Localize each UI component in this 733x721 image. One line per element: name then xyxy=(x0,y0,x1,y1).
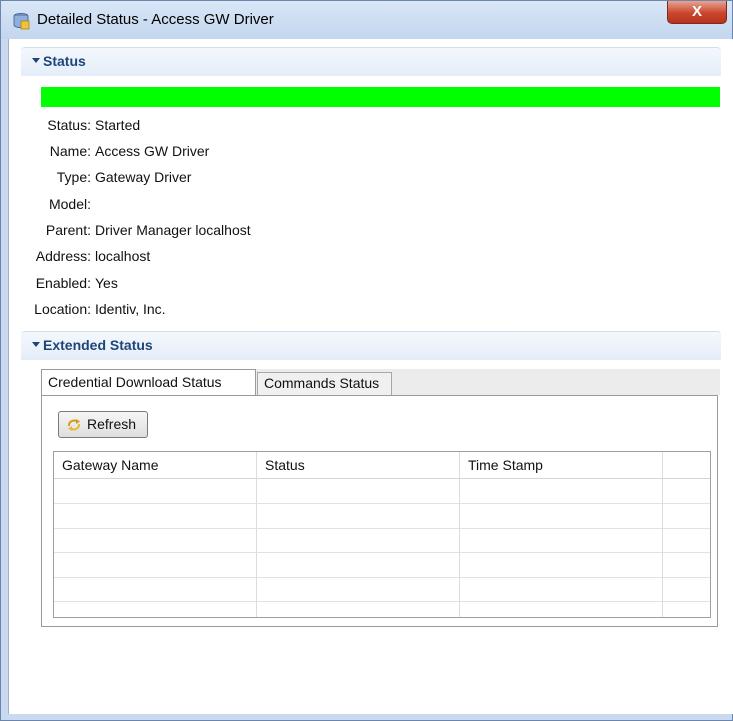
property-row-name: Name: Access GW Driver xyxy=(9,143,509,165)
status-section-header[interactable]: Status xyxy=(21,47,721,76)
title-bar[interactable]: Detailed Status - Access GW Driver X xyxy=(1,1,732,39)
property-label: Parent: xyxy=(45,222,91,238)
column-header-status[interactable]: Status xyxy=(257,452,459,478)
chevron-down-icon[interactable] xyxy=(32,58,40,63)
tab-credential-download-status[interactable]: Credential Download Status xyxy=(41,369,256,395)
detailed-status-window: Detailed Status - Access GW Driver X Sta… xyxy=(0,0,733,721)
property-row-model: Model: xyxy=(9,196,509,218)
property-value: Access GW Driver xyxy=(95,143,210,159)
property-value: Driver Manager localhost xyxy=(95,222,251,238)
property-value: Started xyxy=(95,117,141,133)
property-value: Gateway Driver xyxy=(95,169,192,185)
property-label: Type: xyxy=(56,169,91,185)
empty-table-row xyxy=(54,503,710,504)
tab-commands-status[interactable]: Commands Status xyxy=(257,372,392,395)
empty-table-row xyxy=(54,552,710,553)
window-content: Status Status: Started Name: Access GW D… xyxy=(8,39,733,714)
property-value: Identiv, Inc. xyxy=(95,301,166,317)
credential-download-panel: Refresh Gateway Name Status Time Stamp xyxy=(41,395,718,627)
empty-table-row xyxy=(54,601,710,602)
gateway-status-table: Gateway Name Status Time Stamp xyxy=(53,451,711,618)
empty-table-row xyxy=(54,528,710,529)
property-row-address: Address: localhost xyxy=(9,248,509,270)
empty-table-row xyxy=(54,577,710,578)
column-divider xyxy=(459,452,460,617)
extended-status-section-header[interactable]: Extended Status xyxy=(21,331,721,360)
window-title: Detailed Status - Access GW Driver xyxy=(37,11,274,28)
refresh-arrows-icon xyxy=(68,419,80,431)
property-label: Name: xyxy=(49,143,91,159)
refresh-button[interactable]: Refresh xyxy=(58,411,148,438)
column-header-time-stamp[interactable]: Time Stamp xyxy=(460,452,662,478)
column-header-gateway-name[interactable]: Gateway Name xyxy=(54,452,256,478)
column-header-filler xyxy=(663,452,710,478)
property-label: Location: xyxy=(34,301,91,317)
status-section-title: Status xyxy=(43,53,86,69)
property-label: Enabled: xyxy=(35,275,91,291)
property-row-type: Type: Gateway Driver xyxy=(9,169,509,191)
property-row-parent: Parent: Driver Manager localhost xyxy=(9,222,509,244)
database-driver-icon xyxy=(13,13,30,30)
close-button[interactable]: X xyxy=(667,1,727,24)
property-label: Status: xyxy=(47,117,91,133)
column-divider xyxy=(662,452,663,617)
table-header: Gateway Name Status Time Stamp xyxy=(54,452,710,479)
extended-status-tabs: Credential Download Status Commands Stat… xyxy=(41,369,720,395)
property-value: Yes xyxy=(95,275,118,291)
property-row-enabled: Enabled: Yes xyxy=(9,275,509,297)
chevron-down-icon[interactable] xyxy=(32,342,40,347)
property-row-status: Status: Started xyxy=(9,117,509,139)
property-label: Model: xyxy=(48,196,91,212)
refresh-button-label: Refresh xyxy=(87,416,137,432)
column-divider xyxy=(256,452,257,617)
property-row-location: Location: Identiv, Inc. xyxy=(9,301,509,323)
extended-status-section-title: Extended Status xyxy=(43,337,153,353)
property-label: Address: xyxy=(35,248,91,264)
status-indicator-bar xyxy=(41,87,720,107)
property-value: localhost xyxy=(95,248,151,264)
